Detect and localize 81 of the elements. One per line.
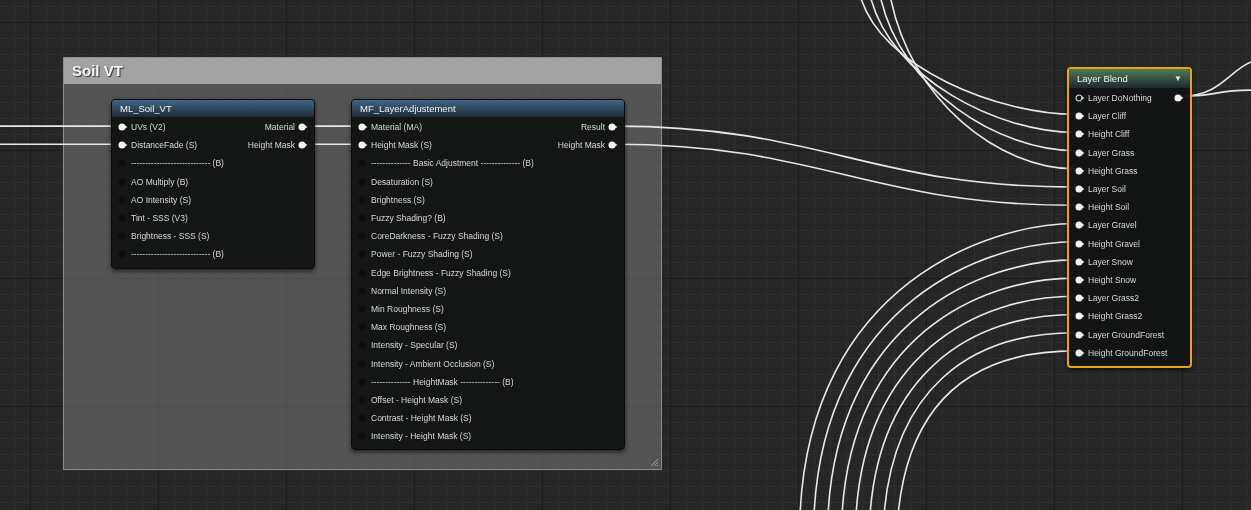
node-header[interactable]: MF_LayerAdjustement <box>352 100 624 117</box>
pin-label: Min Roughness (S) <box>371 303 444 314</box>
pin-label: Material <box>264 122 295 133</box>
node-title: MF_LayerAdjustement <box>360 103 456 114</box>
pin-label: Brightness (S) <box>371 194 425 205</box>
pin-label: CoreDarkness - Fuzzy Shading (S) <box>371 231 503 242</box>
pin-icon[interactable] <box>1075 203 1085 212</box>
pin-icon[interactable] <box>1075 275 1085 284</box>
pin-label: ---------------------------- (B) <box>131 158 224 169</box>
pin-icon[interactable] <box>1075 312 1085 321</box>
pin-label: Desaturation (S) <box>371 176 433 187</box>
graph-node[interactable] <box>1067 67 1192 368</box>
pin-icon[interactable] <box>1075 148 1085 157</box>
pin-icon[interactable] <box>298 141 308 150</box>
dropdown-arrow[interactable]: ▼ <box>1174 74 1182 83</box>
pin-label: Edge Brightness - Fuzzy Shading (S) <box>371 267 511 278</box>
pin-icon[interactable] <box>1174 94 1184 103</box>
pin-icon[interactable] <box>1075 94 1085 103</box>
comment-title: Soil VT <box>64 58 661 84</box>
pin-label: Layer GroundForest <box>1088 329 1165 340</box>
pin-icon[interactable] <box>1075 185 1085 194</box>
pin-label: Layer Grass <box>1088 147 1135 158</box>
pin-label: Intensity - Height Mask (S) <box>371 431 472 442</box>
pin-label: Height Grass2 <box>1088 311 1143 322</box>
pin-label: Contrast - Height Mask (S) <box>371 413 472 424</box>
pin-label: Height Snow <box>1088 274 1137 285</box>
pin-label: Brightness - SSS (S) <box>131 231 210 242</box>
pin-label: Height Grass <box>1088 165 1138 176</box>
pin-label: Result <box>580 122 605 133</box>
pin-label: Layer Soil <box>1088 184 1126 195</box>
pin-label: AO Multiply (B) <box>131 176 189 187</box>
pin-icon[interactable] <box>608 123 618 132</box>
pin-icon[interactable] <box>1075 112 1085 121</box>
pin-icon[interactable] <box>298 123 308 132</box>
resize-grip-icon[interactable] <box>650 458 659 467</box>
pin-label: Height Mask <box>247 140 295 151</box>
node-title: Layer Blend <box>1077 73 1128 84</box>
pin-icon[interactable] <box>1075 294 1085 303</box>
pin-label: Layer Cliff <box>1088 111 1127 122</box>
pin-label: -------------- HeightMask -------------- (B) <box>371 376 514 387</box>
pin-icon[interactable] <box>118 123 128 132</box>
pin-label: Max Roughness (S) <box>371 322 447 333</box>
pin-label: Fuzzy Shading? (B) <box>371 213 446 224</box>
node-header[interactable]: ML_Soil_VT <box>112 100 314 117</box>
node-header[interactable]: Layer Blend ▼ <box>1069 69 1190 88</box>
pin-label: Material (MA) <box>371 122 422 133</box>
graph-node[interactable] <box>351 99 625 451</box>
pin-label: Intensity - Ambient Occlusion (S) <box>371 358 495 369</box>
pin-label: Height Mask <box>557 140 605 151</box>
pin-label: Layer Snow <box>1088 256 1133 267</box>
pin-label: Height Gravel <box>1088 238 1140 249</box>
pin-icon[interactable] <box>1075 257 1085 266</box>
graph-node[interactable]: ML_Soil_VT UVs (V2) Material DistanceFade (S) Height Mask ---------------------------- (B) AO Multiply (B) AO Intensity (S) Tint - SSS (V3) Brightness - SSS (S) ---------------------------- (B) <box>111 99 315 269</box>
pin-label: Normal Intensity (S) <box>371 285 447 296</box>
pin-label: Layer Gravel <box>1088 220 1137 231</box>
pin-icon[interactable] <box>1075 239 1085 248</box>
pin-label: Height Mask (S) <box>371 140 432 151</box>
pin-label: ---------------------------- (B) <box>131 249 224 260</box>
pin-label: Intensity - Specular (S) <box>371 340 458 351</box>
pin-label: Height GroundForest <box>1088 347 1168 358</box>
pin-icon[interactable] <box>358 123 368 132</box>
pin-label: Power - Fuzzy Shading (S) <box>371 249 473 260</box>
pin-icon[interactable] <box>608 141 618 150</box>
pin-icon[interactable] <box>1075 348 1085 357</box>
pin-label: Layer DoNothing <box>1088 93 1152 104</box>
pin-icon[interactable] <box>1075 221 1085 230</box>
pin-icon[interactable] <box>358 141 368 150</box>
pin-label: Height Soil <box>1088 202 1130 213</box>
pin-label: Offset - Height Mask (S) <box>371 394 462 405</box>
pin-label: DistanceFade (S) <box>131 140 198 151</box>
pin-icon[interactable] <box>1075 130 1085 139</box>
pin-label: UVs (V2) <box>131 122 166 133</box>
pin-label: Height Cliff <box>1088 129 1130 140</box>
pin-icon[interactable] <box>118 141 128 150</box>
pin-label: -------------- Basic Adjustment -------------- (B) <box>371 158 534 169</box>
pin-icon[interactable] <box>1075 166 1085 175</box>
pin-label: Tint - SSS (V3) <box>131 213 188 224</box>
pin-icon[interactable] <box>1075 330 1085 339</box>
pin-label: Layer Grass2 <box>1088 293 1140 304</box>
node-title: ML_Soil_VT <box>120 103 172 114</box>
pin-label: AO Intensity (S) <box>131 194 191 205</box>
